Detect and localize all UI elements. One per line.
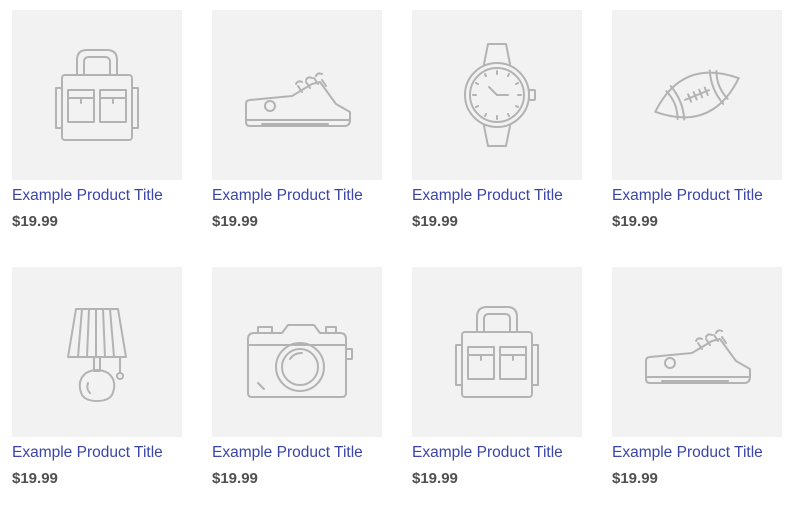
product-title-link[interactable]: Example Product Title [412,187,582,205]
bag-icon [55,49,139,141]
product-price: $19.99 [412,470,458,487]
sneaker-icon [645,329,751,384]
product-price: $19.99 [212,213,258,230]
product-price: $19.99 [212,470,258,487]
product-title-link[interactable]: Example Product Title [212,187,382,205]
sneaker-icon [245,72,351,127]
product-image[interactable] [612,267,782,437]
product-grid: Example Product Title $19.99 Example Pro… [0,0,786,509]
product-card: Example Product Title $19.99 [212,10,382,231]
product-price: $19.99 [12,213,58,230]
product-image[interactable] [12,10,182,180]
bag-icon [455,306,539,398]
camera-icon [247,324,353,398]
product-card: Example Product Title $19.99 [612,10,782,231]
product-image[interactable] [612,10,782,180]
product-title-link[interactable]: Example Product Title [12,187,182,205]
product-title-link[interactable]: Example Product Title [612,187,782,205]
product-image[interactable] [212,10,382,180]
product-title-link[interactable]: Example Product Title [612,444,782,462]
product-price: $19.99 [612,213,658,230]
product-price: $19.99 [12,470,58,487]
football-icon [654,69,740,121]
product-card: Example Product Title $19.99 [12,10,182,231]
product-price: $19.99 [412,213,458,230]
product-title-link[interactable]: Example Product Title [412,444,582,462]
lamp-icon [67,308,127,402]
product-card: Example Product Title $19.99 [212,267,382,488]
product-image[interactable] [12,267,182,437]
product-price: $19.99 [612,470,658,487]
product-title-link[interactable]: Example Product Title [12,444,182,462]
product-card: Example Product Title $19.99 [412,10,582,231]
watch-icon [464,43,536,147]
product-title-link[interactable]: Example Product Title [212,444,382,462]
product-image[interactable] [412,10,582,180]
product-image[interactable] [412,267,582,437]
product-card: Example Product Title $19.99 [12,267,182,488]
product-card: Example Product Title $19.99 [412,267,582,488]
product-image[interactable] [212,267,382,437]
product-card: Example Product Title $19.99 [612,267,782,488]
